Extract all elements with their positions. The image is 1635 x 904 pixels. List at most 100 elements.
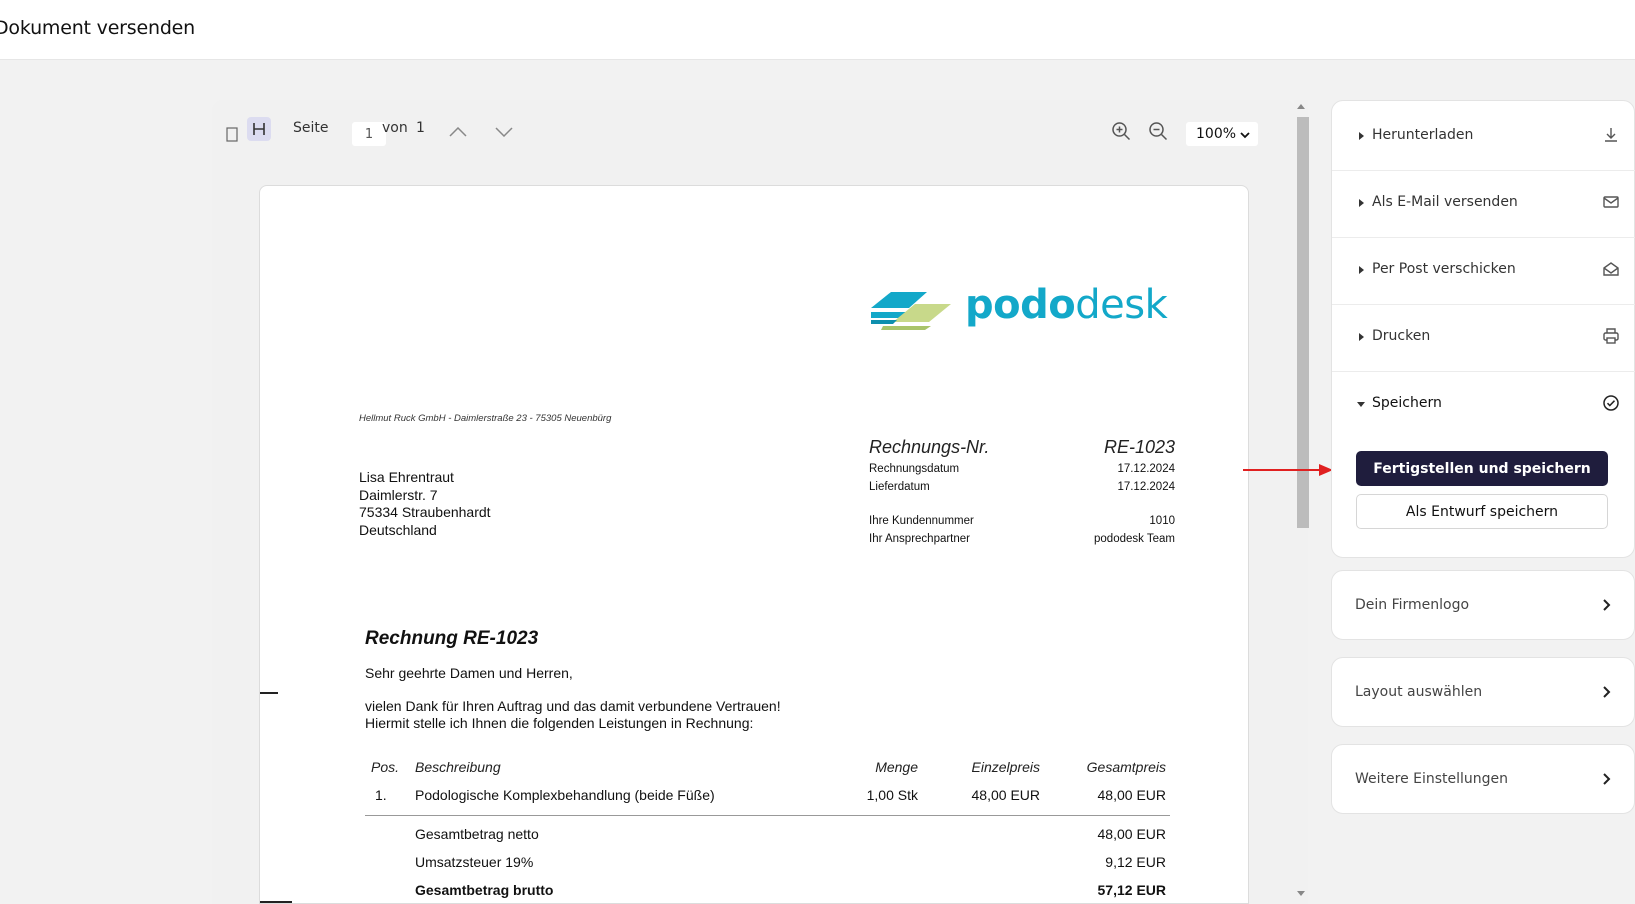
zoom-in-icon[interactable]: [1109, 119, 1133, 143]
company-logo: pododesk: [869, 282, 1169, 334]
fold-mark: [260, 901, 292, 903]
check-circle-icon: [1603, 395, 1619, 411]
chevron-right-icon: [1603, 599, 1611, 611]
more-settings-card[interactable]: Weitere Einstellungen: [1331, 744, 1635, 814]
net-total-label: Gesamtbetrag netto: [415, 826, 539, 842]
printer-icon: [1603, 328, 1619, 344]
header-description: Beschreibung: [415, 759, 501, 775]
fold-mark: [260, 692, 278, 694]
contact-label: Ihr Ansprechpartner: [869, 533, 971, 545]
company-logo-label: Dein Firmenlogo: [1355, 597, 1470, 613]
save-draft-button[interactable]: Als Entwurf speichern: [1356, 494, 1608, 529]
table-header: Pos. Beschreibung Menge Einzelpreis Gesa…: [365, 753, 1170, 781]
download-icon: [1605, 128, 1617, 142]
header-total-price: Gesamtpreis: [1086, 759, 1166, 775]
download-label: Herunterladen: [1372, 127, 1474, 143]
zoom-out-icon[interactable]: [1146, 119, 1170, 143]
open-envelope-icon: [1603, 262, 1619, 276]
gross-total-label: Gesamtbetrag brutto: [415, 882, 554, 898]
caret-right-icon: [1359, 199, 1364, 207]
vat-row: Umsatzsteuer 19% 9,12 EUR: [365, 848, 1170, 876]
finalize-save-button[interactable]: Fertigstellen und speichern: [1356, 451, 1608, 486]
scroll-down-arrow[interactable]: [1297, 891, 1305, 896]
document-page: pododesk Hellmut Ruck GmbH - Daimlerstra…: [259, 185, 1249, 904]
delivery-date-label: Lieferdatum: [869, 481, 930, 493]
intro-line: Hiermit stelle ich Ihnen die folgenden L…: [365, 715, 754, 731]
save-label: Speichern: [1372, 395, 1442, 411]
customer-number-row: Ihre Kundennummer 1010: [869, 512, 1175, 530]
invoice-date-label: Rechnungsdatum: [869, 463, 960, 475]
email-label: Als E-Mail versenden: [1372, 194, 1518, 210]
row-description: Podologische Komplexbehandlung (beide Fü…: [415, 787, 715, 803]
print-label: Drucken: [1372, 328, 1431, 344]
save-section[interactable]: Speichern: [1332, 369, 1635, 439]
chevron-right-icon: [1603, 686, 1611, 698]
post-section[interactable]: Per Post verschicken: [1332, 235, 1635, 305]
caret-right-icon: [1359, 266, 1364, 274]
delivery-date-row: Lieferdatum 17.12.2024: [869, 478, 1175, 496]
post-label: Per Post verschicken: [1372, 261, 1516, 277]
page-label: Seite: [293, 120, 329, 136]
line-items-table: Pos. Beschreibung Menge Einzelpreis Gesa…: [365, 753, 1170, 903]
layout-card[interactable]: Layout auswählen: [1331, 657, 1635, 727]
zoom-select[interactable]: 100%: [1186, 122, 1258, 146]
row-total-price: 48,00 EUR: [1097, 787, 1166, 803]
net-total-value: 48,00 EUR: [1097, 826, 1166, 842]
row-pos: 1.: [375, 787, 387, 803]
caret-down-icon: [1357, 402, 1365, 407]
recipient-street: Daimlerstr. 7: [359, 486, 438, 503]
chevron-down-icon: [1240, 127, 1250, 143]
page-title: Dokument versenden: [0, 17, 196, 39]
scroll-up-arrow[interactable]: [1297, 104, 1305, 109]
delivery-date: 17.12.2024: [1117, 481, 1175, 493]
net-total-row: Gesamtbetrag netto 48,00 EUR: [365, 820, 1170, 848]
page-total: 1: [416, 120, 425, 136]
intro-line: vielen Dank für Ihren Auftrag und das da…: [365, 698, 781, 714]
company-logo-card[interactable]: Dein Firmenlogo: [1331, 570, 1635, 640]
of-label: von: [382, 120, 408, 136]
chevron-right-icon: [1603, 773, 1611, 785]
recipient-name: Lisa Ehrentraut: [359, 469, 454, 485]
page-number-input[interactable]: [352, 122, 386, 146]
gross-total-row: Gesamtbetrag brutto 57,12 EUR: [365, 876, 1170, 903]
header-pos: Pos.: [371, 759, 400, 775]
invoice-date: 17.12.2024: [1117, 463, 1175, 475]
action-panel: Herunterladen Als E-Mail versenden Per P…: [1331, 100, 1635, 558]
top-bar: Dokument versenden: [0, 0, 1635, 60]
caret-right-icon: [1359, 333, 1364, 341]
logo-mark-icon: [871, 292, 951, 330]
fit-width-icon[interactable]: [247, 117, 271, 141]
customer-number-label: Ihre Kundennummer: [869, 515, 974, 527]
contact: pododesk Team: [1094, 533, 1175, 545]
more-settings-label: Weitere Einstellungen: [1355, 771, 1509, 787]
print-section[interactable]: Drucken: [1332, 302, 1635, 372]
gross-total-value: 57,12 EUR: [1097, 882, 1166, 898]
document-title: Rechnung RE-1023: [365, 628, 539, 649]
zoom-value: 100%: [1196, 126, 1237, 142]
intro-text: vielen Dank für Ihren Auftrag und das da…: [365, 698, 781, 732]
email-section[interactable]: Als E-Mail versenden: [1332, 168, 1635, 238]
sender-line: Hellmut Ruck GmbH - Daimlerstraße 23 - 7…: [359, 413, 612, 424]
recipient-country: Deutschland: [359, 521, 437, 538]
viewer-toolbar: Seite von 1 100%: [212, 100, 1296, 162]
divider: [365, 815, 1170, 816]
invoice-meta: Rechnungs-Nr. RE-1023 Rechnungsdatum 17.…: [869, 434, 1175, 548]
annotation-arrow-icon: [1243, 464, 1333, 476]
vat-label: Umsatzsteuer 19%: [415, 854, 534, 870]
logo-wordmark: pododesk: [965, 282, 1168, 328]
previous-page-icon[interactable]: [446, 120, 470, 144]
table-row: 1. Podologische Komplexbehandlung (beide…: [365, 781, 1170, 809]
layout-label: Layout auswählen: [1355, 684, 1483, 700]
customer-number: 1010: [1149, 515, 1175, 527]
header-quantity: Menge: [875, 759, 918, 775]
recipient-address: Lisa Ehrentraut Daimlerstr. 7 75334 Stra…: [359, 469, 491, 539]
contact-row: Ihr Ansprechpartner pododesk Team: [869, 530, 1175, 548]
invoice-date-row: Rechnungsdatum 17.12.2024: [869, 460, 1175, 478]
download-section[interactable]: Herunterladen: [1332, 101, 1635, 171]
mail-icon: [1603, 196, 1619, 208]
row-quantity: 1,00 Stk: [866, 787, 918, 803]
header-unit-price: Einzelpreis: [971, 759, 1040, 775]
single-page-icon[interactable]: [220, 122, 244, 146]
vat-value: 9,12 EUR: [1105, 854, 1166, 870]
next-page-icon[interactable]: [492, 120, 516, 144]
